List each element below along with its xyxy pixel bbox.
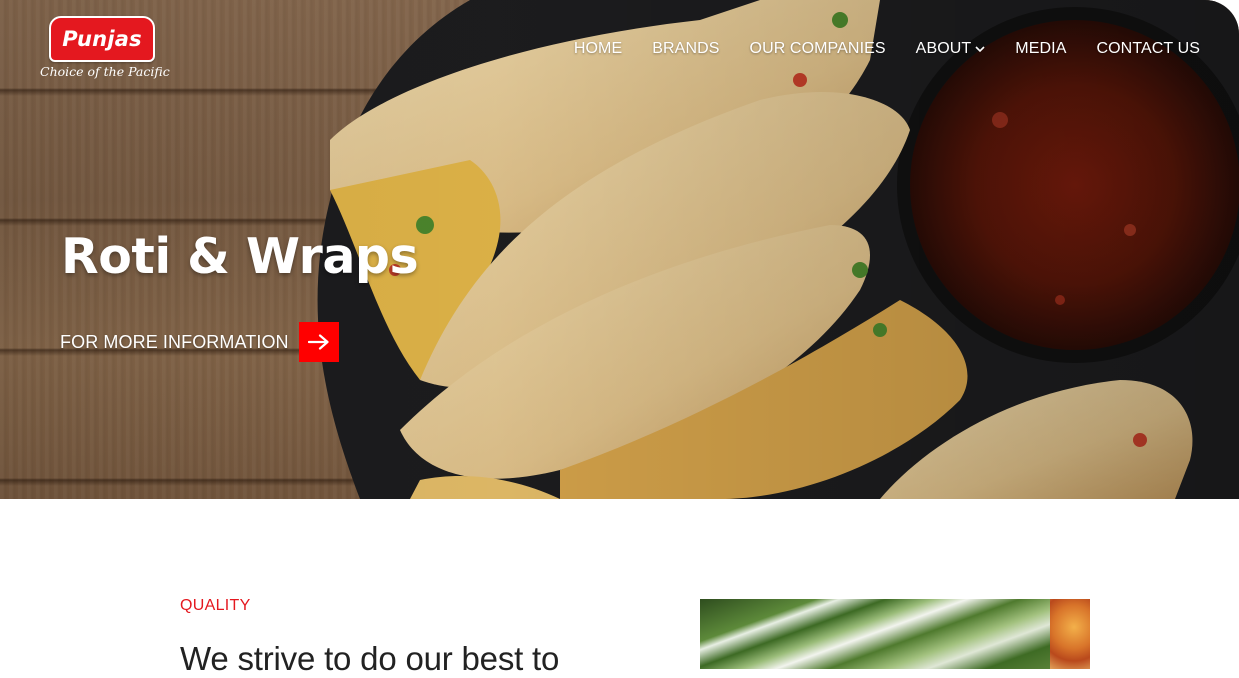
- nav-our-companies[interactable]: OUR COMPANIES: [750, 38, 886, 60]
- food-image-edge: [1050, 599, 1090, 669]
- section-eyebrow: QUALITY: [180, 597, 251, 614]
- arrow-right-icon: [307, 334, 329, 350]
- more-info-label: FOR MORE INFORMATION: [60, 331, 289, 352]
- section-lead: We strive to do our best to: [180, 640, 560, 677]
- chevron-down-icon: [975, 46, 985, 53]
- nav-about-label: ABOUT: [915, 40, 972, 57]
- nav-media[interactable]: MEDIA: [1015, 38, 1066, 60]
- nav-about[interactable]: ABOUT: [916, 38, 986, 60]
- arrow-right-button[interactable]: [298, 322, 339, 362]
- nav-contact-us[interactable]: CONTACT US: [1096, 38, 1200, 60]
- logo-badge: Punjas: [49, 16, 155, 62]
- hero-title: Roti & Wraps: [61, 228, 419, 285]
- nav-brands[interactable]: BRANDS: [652, 38, 719, 60]
- main-nav: HOME BRANDS OUR COMPANIES ABOUT MEDIA CO…: [574, 38, 1200, 60]
- more-info-link[interactable]: FOR MORE INFORMATION: [60, 322, 339, 362]
- logo-wordmark: Punjas: [62, 27, 142, 51]
- logo-tagline: Choice of the Pacific: [40, 64, 170, 79]
- nav-home[interactable]: HOME: [574, 38, 622, 60]
- brand-logo[interactable]: Punjas Choice of the Pacific: [38, 14, 170, 86]
- section-image: [700, 599, 1090, 669]
